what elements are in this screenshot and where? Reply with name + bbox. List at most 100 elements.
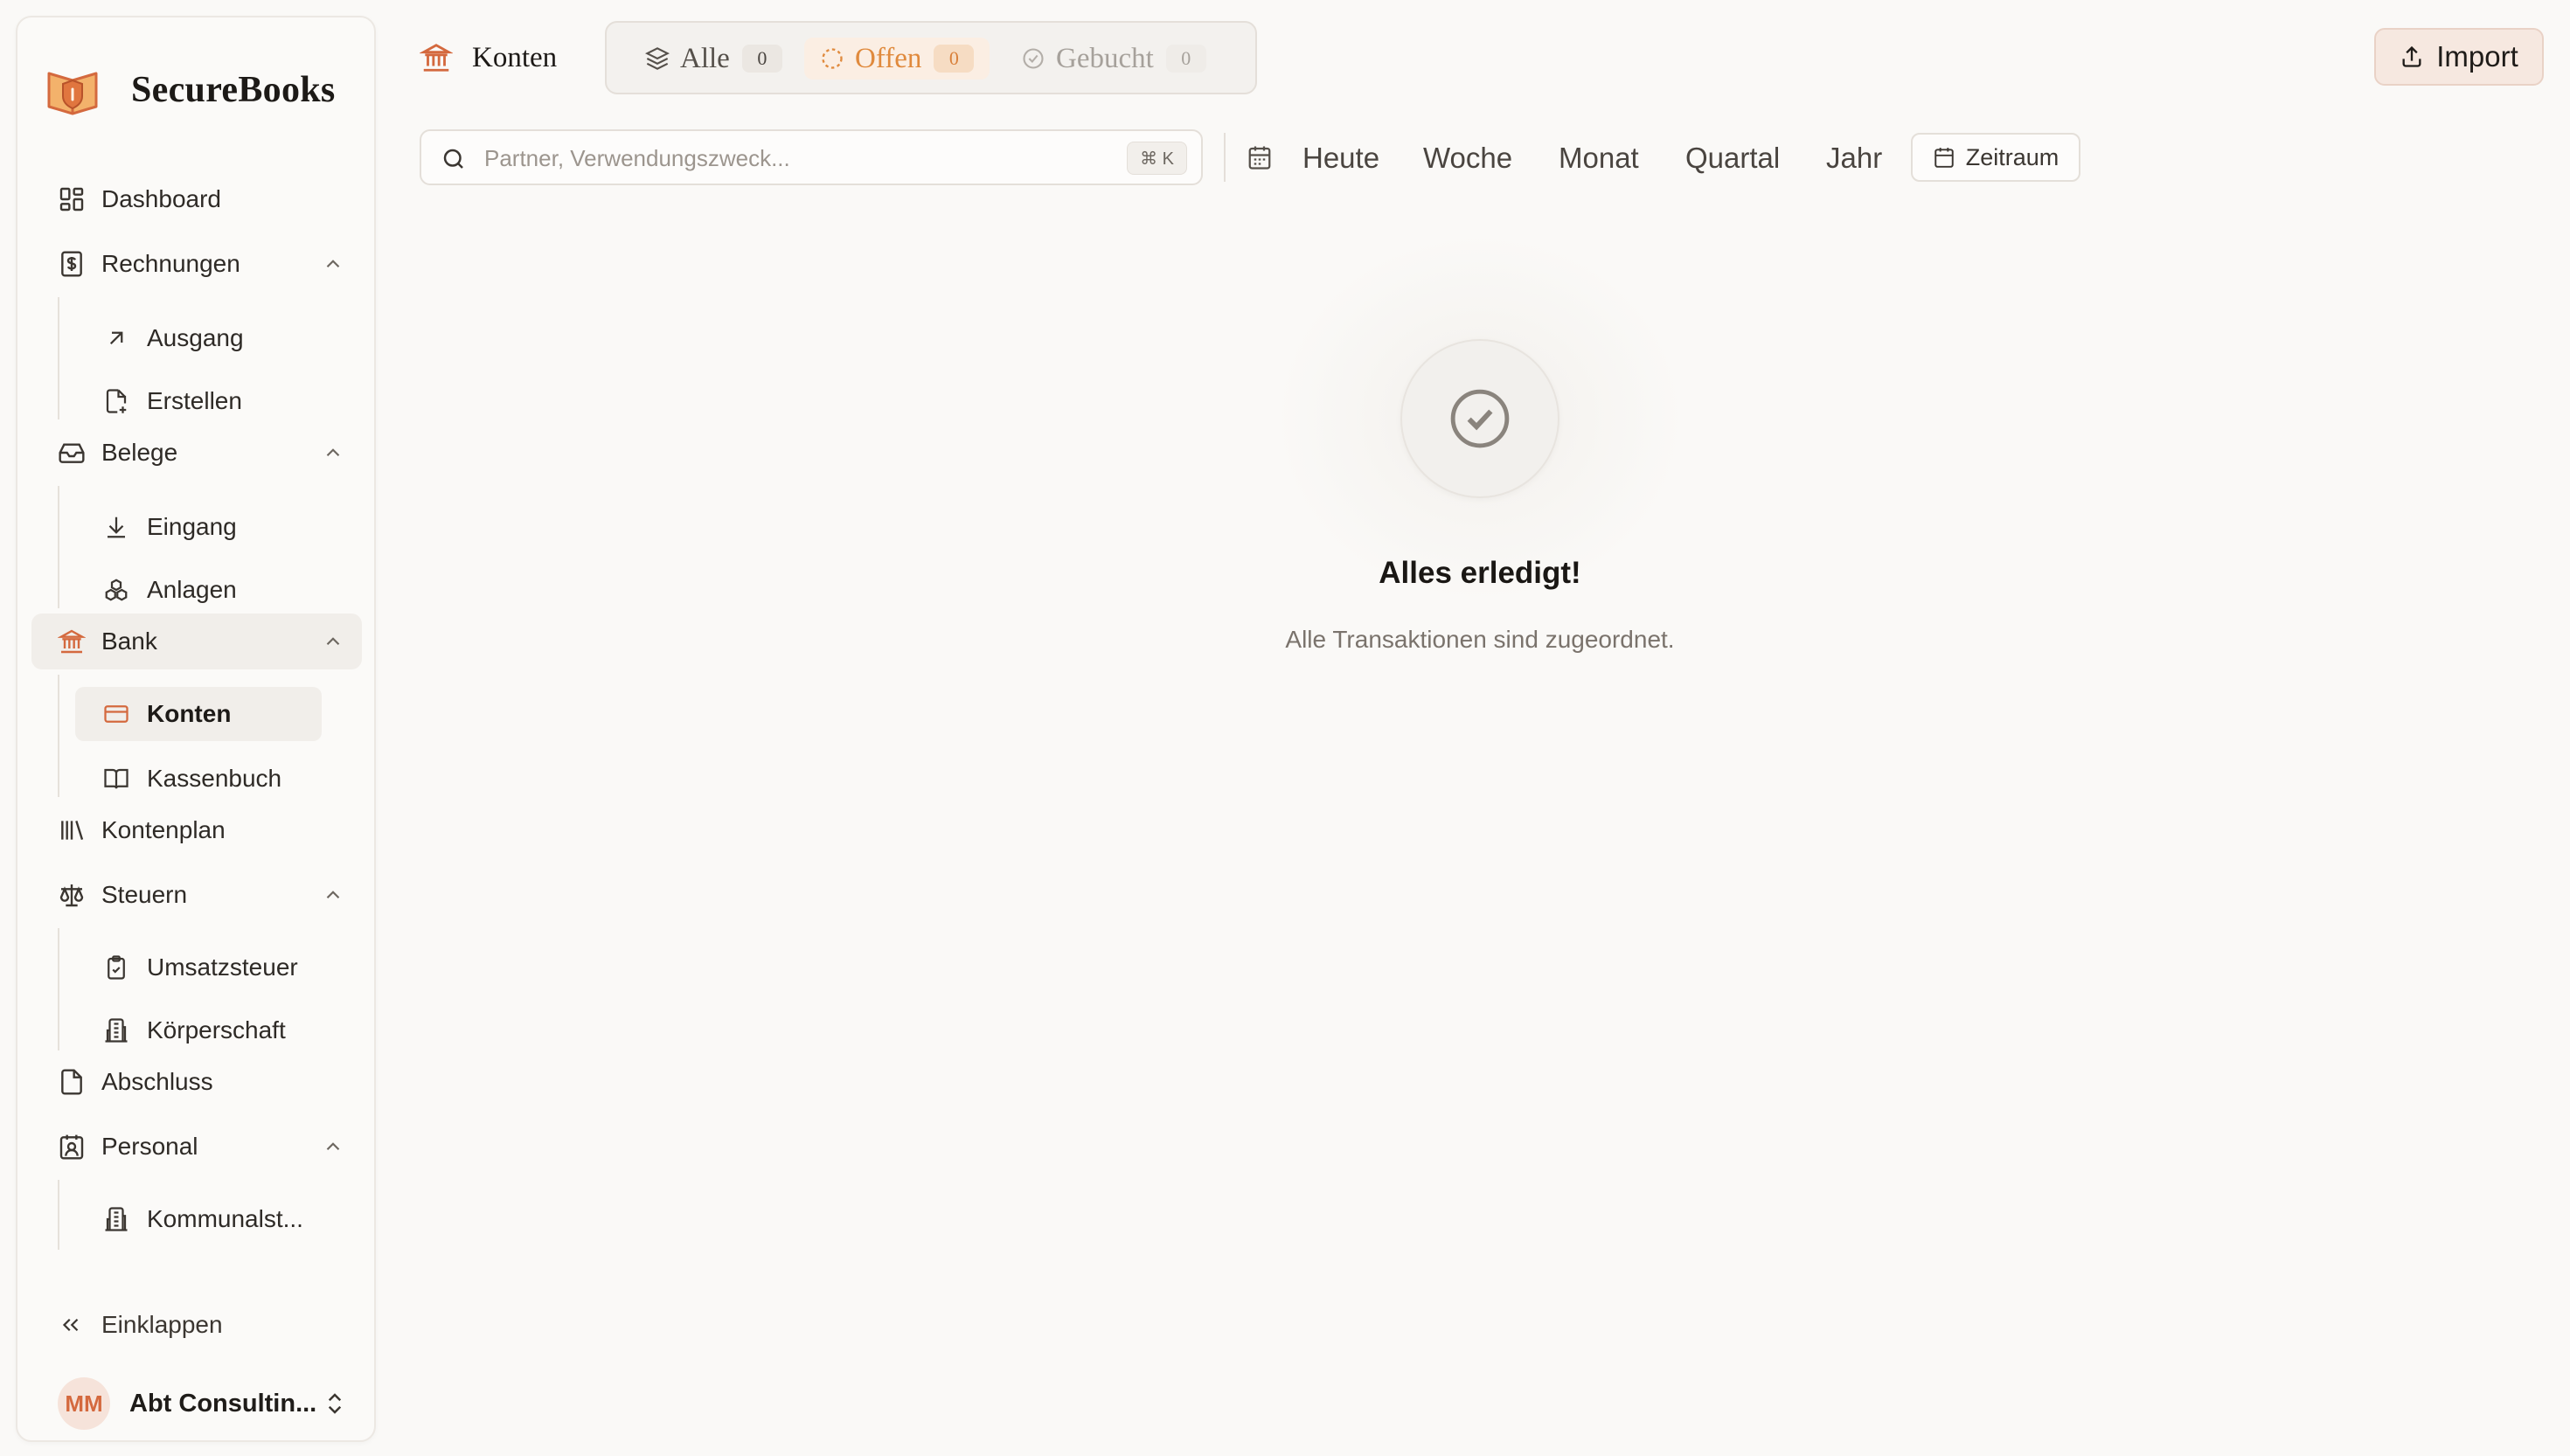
period-jahr[interactable]: Jahr bbox=[1826, 138, 1882, 178]
account-name: Abt Consultin... bbox=[129, 1389, 317, 1418]
sidebar: SecureBooks Dashboard Rechnungen Ausgang… bbox=[16, 16, 376, 1442]
sidebar-item-ausgang[interactable]: Ausgang bbox=[75, 311, 322, 365]
tab-offen[interactable]: Offen 0 bbox=[804, 38, 990, 80]
sidebar-item-abschluss[interactable]: Abschluss bbox=[31, 1054, 362, 1110]
book-open-icon bbox=[104, 768, 128, 789]
chevron-up-icon[interactable] bbox=[322, 441, 344, 464]
calendar-icon bbox=[1248, 146, 1271, 170]
chevron-up-icon[interactable] bbox=[322, 630, 344, 653]
import-label: Import bbox=[2436, 40, 2518, 73]
page-title: Konten bbox=[472, 41, 558, 73]
count-badge: 0 bbox=[934, 45, 975, 73]
circle-dashed-icon bbox=[822, 48, 843, 69]
sidebar-item-label: Kommunalst... bbox=[147, 1205, 303, 1232]
sidebar-item-umsatzsteuer[interactable]: Umsatzsteuer bbox=[75, 940, 322, 995]
chevron-up-icon[interactable] bbox=[322, 253, 344, 275]
sub-nav-line bbox=[58, 928, 59, 1050]
sidebar-item-label: Ausgang bbox=[147, 324, 244, 351]
contact-icon bbox=[59, 1134, 84, 1160]
account-switcher[interactable]: MM Abt Consultin... bbox=[31, 1369, 362, 1439]
calendar-icon bbox=[1934, 148, 1954, 168]
chevron-up-icon[interactable] bbox=[322, 1135, 344, 1158]
page-header: Konten bbox=[420, 38, 557, 77]
sidebar-item-label: Eingang bbox=[147, 513, 237, 540]
upload-icon bbox=[2402, 45, 2421, 67]
securebooks-logo-icon bbox=[47, 72, 98, 115]
sidebar-item-label: Kontenplan bbox=[101, 816, 226, 843]
arrow-up-right-icon bbox=[109, 331, 123, 345]
app-window: SecureBooks Dashboard Rechnungen Ausgang… bbox=[0, 0, 2570, 1456]
sidebar-item-eingang[interactable]: Eingang bbox=[75, 500, 322, 554]
search-icon bbox=[443, 149, 463, 169]
search-box: ⌘ K bbox=[420, 129, 1203, 185]
layers-icon bbox=[645, 47, 670, 70]
sidebar-item-label: Bank bbox=[101, 627, 157, 655]
collapse-sidebar-button[interactable]: Einklappen bbox=[31, 1297, 362, 1353]
inbox-icon bbox=[59, 443, 85, 463]
sidebar-item-rechnungen[interactable]: Rechnungen bbox=[31, 236, 362, 292]
tab-label: Offen bbox=[855, 42, 922, 74]
bank-icon bbox=[420, 44, 453, 72]
boxes-icon bbox=[105, 579, 128, 601]
sidebar-item-label: Erstellen bbox=[147, 387, 242, 414]
sidebar-item-kommunalsteuer[interactable]: Kommunalst... bbox=[75, 1192, 322, 1246]
empty-state-badge bbox=[1400, 339, 1559, 498]
sub-nav-line bbox=[58, 675, 59, 797]
sidebar-item-belege[interactable]: Belege bbox=[31, 425, 362, 481]
sidebar-item-bank[interactable]: Bank bbox=[31, 614, 362, 669]
credit-card-icon bbox=[104, 705, 128, 723]
bank-icon bbox=[58, 629, 86, 654]
empty-state-title: Alles erledigt! bbox=[1379, 556, 1581, 590]
file-plus-icon bbox=[106, 389, 127, 413]
sidebar-item-label: Konten bbox=[147, 700, 232, 727]
building-icon bbox=[105, 1018, 128, 1043]
scroll-fade bbox=[44, 1251, 358, 1286]
sub-nav-line bbox=[58, 297, 59, 419]
chevron-up-icon[interactable] bbox=[322, 884, 344, 906]
sidebar-item-steuern[interactable]: Steuern bbox=[31, 867, 362, 923]
search-input[interactable] bbox=[484, 138, 1096, 178]
invoice-icon bbox=[61, 251, 82, 277]
period-heute[interactable]: Heute bbox=[1302, 138, 1379, 178]
sidebar-item-erstellen[interactable]: Erstellen bbox=[75, 374, 322, 428]
sidebar-item-label: Umsatzsteuer bbox=[147, 953, 298, 981]
sidebar-item-kassenbuch[interactable]: Kassenbuch bbox=[75, 752, 322, 806]
status-filter-tabs: Alle 0 Offen 0 Gebucht 0 bbox=[605, 21, 1257, 94]
keyboard-shortcut-hint: ⌘ K bbox=[1127, 142, 1187, 175]
period-monat[interactable]: Monat bbox=[1559, 138, 1639, 178]
brand-name: SecureBooks bbox=[131, 70, 336, 110]
scale-icon bbox=[59, 884, 84, 907]
sidebar-item-koerperschaft[interactable]: Körperschaft bbox=[75, 1003, 322, 1057]
date-range-button[interactable]: Zeitraum bbox=[1911, 133, 2080, 182]
sidebar-item-personal[interactable]: Personal bbox=[31, 1119, 362, 1175]
library-icon bbox=[61, 820, 84, 841]
tab-alle[interactable]: Alle 0 bbox=[629, 38, 798, 80]
brand[interactable]: SecureBooks bbox=[44, 61, 336, 119]
tab-label: Gebucht bbox=[1056, 42, 1154, 74]
file-icon bbox=[61, 1069, 82, 1095]
sidebar-item-konten[interactable]: Konten bbox=[75, 687, 322, 741]
tab-gebucht[interactable]: Gebucht 0 bbox=[1005, 38, 1222, 80]
clipboard-check-icon bbox=[108, 955, 125, 980]
dashboard-icon bbox=[59, 187, 84, 211]
circle-check-icon bbox=[1450, 389, 1510, 448]
sidebar-item-dashboard[interactable]: Dashboard bbox=[31, 171, 362, 227]
download-icon bbox=[108, 517, 125, 538]
empty-state-subtitle: Alle Transaktionen sind zugeordnet. bbox=[1285, 626, 1675, 653]
sidebar-item-label: Dashboard bbox=[101, 185, 221, 212]
sidebar-item-label: Belege bbox=[101, 439, 178, 466]
date-range-label: Zeitraum bbox=[1965, 143, 2059, 170]
sidebar-item-label: Abschluss bbox=[101, 1068, 213, 1095]
sidebar-item-kontenplan[interactable]: Kontenplan bbox=[31, 802, 362, 858]
sidebar-item-anlagen[interactable]: Anlagen bbox=[75, 563, 322, 617]
collapse-label: Einklappen bbox=[101, 1311, 223, 1338]
circle-check-icon bbox=[1023, 48, 1044, 69]
period-woche[interactable]: Woche bbox=[1423, 138, 1512, 178]
building-icon bbox=[105, 1207, 128, 1231]
sidebar-item-label: Anlagen bbox=[147, 576, 237, 603]
count-badge: 0 bbox=[1165, 45, 1206, 73]
tab-label: Alle bbox=[680, 42, 730, 74]
chevrons-up-down-icon bbox=[328, 1393, 342, 1414]
period-quartal[interactable]: Quartal bbox=[1685, 138, 1780, 178]
import-button[interactable]: Import bbox=[2374, 28, 2544, 86]
